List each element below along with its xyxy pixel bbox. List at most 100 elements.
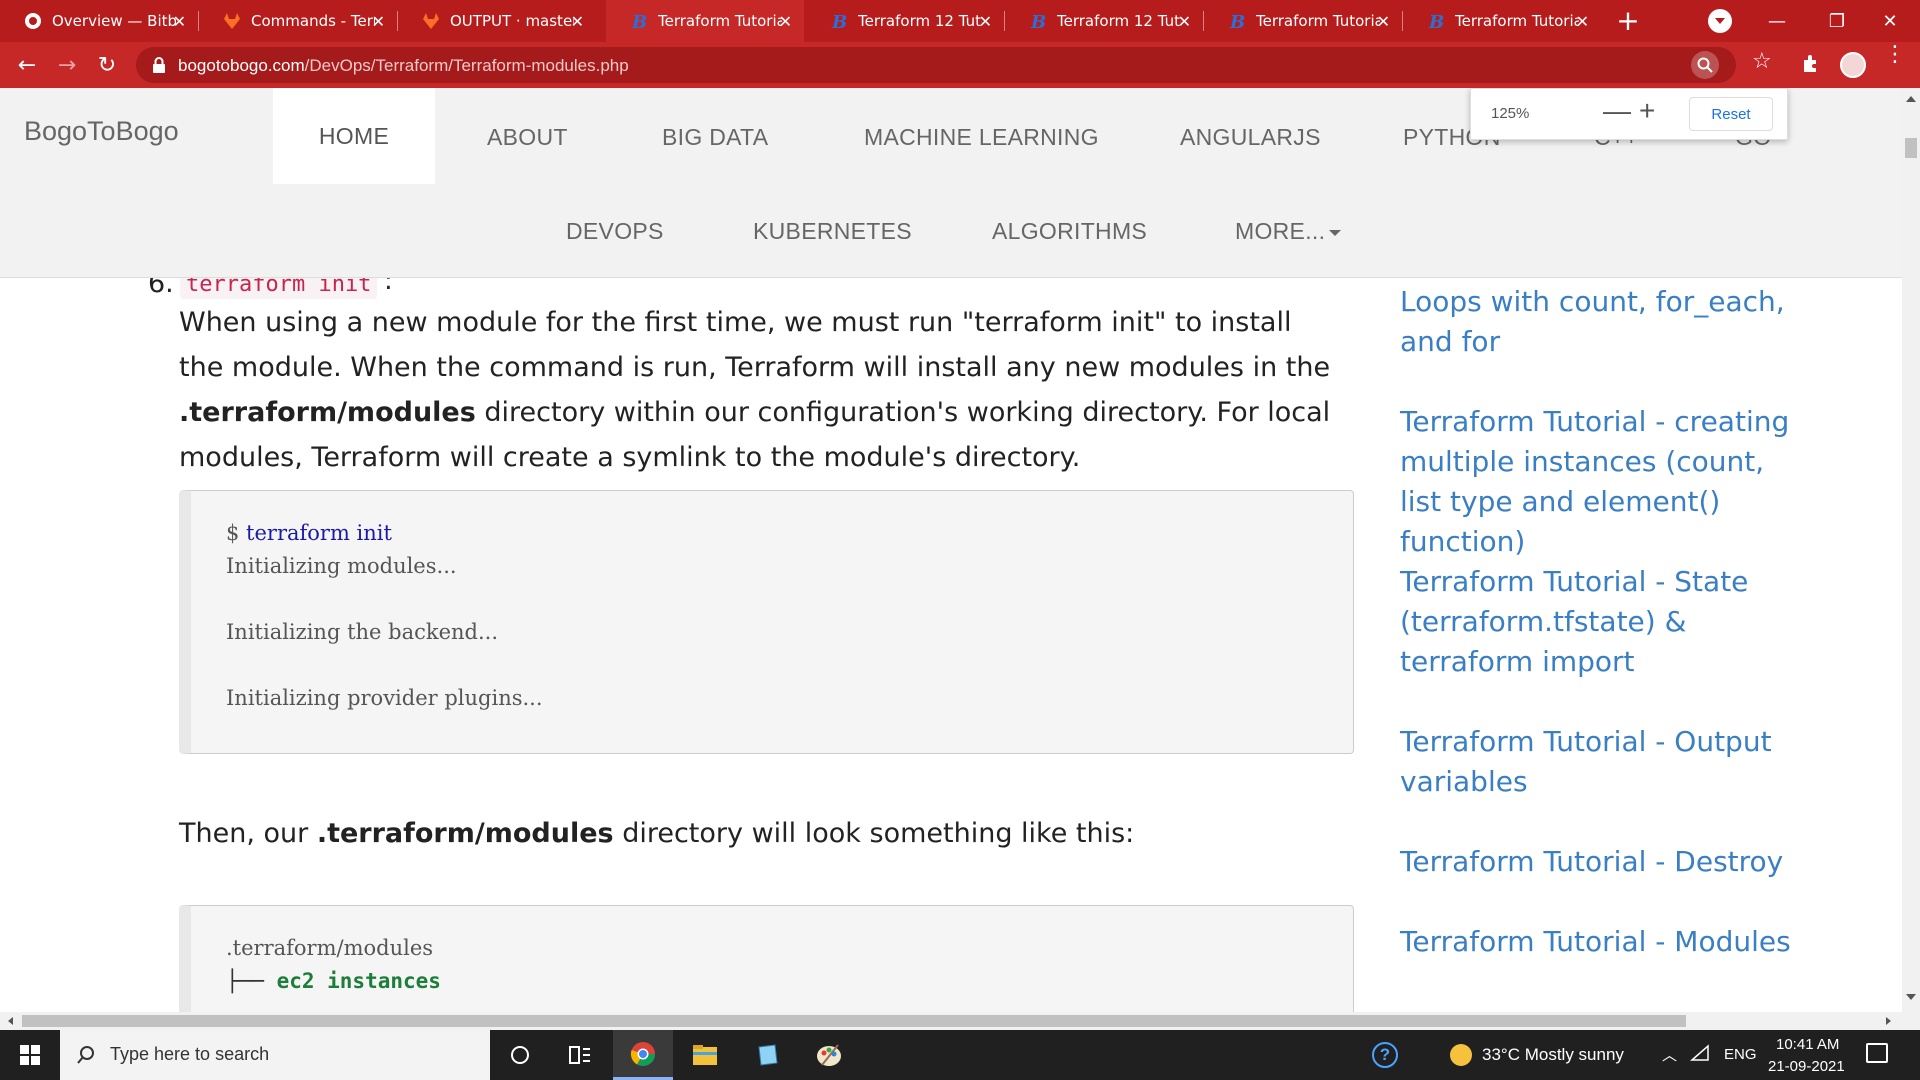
- tab-commands-terraform[interactable]: Commands - Terraform ✕: [199, 0, 397, 42]
- zoom-in-button[interactable]: +: [1639, 95, 1655, 127]
- search-icon: [77, 1046, 94, 1064]
- vertical-scrollbar[interactable]: [1902, 88, 1920, 1012]
- code-block-terraform-init: $ terraform init Initializing modules...…: [179, 490, 1354, 754]
- address-bar[interactable]: bogotobogo.com/DevOps/Terraform/Terrafor…: [136, 47, 1736, 83]
- tab-bitbucket-overview[interactable]: Overview — Bitbucket ✕: [0, 0, 198, 42]
- tab-terraform-tutorial-3[interactable]: B Terraform Tutorial ✕: [1403, 0, 1601, 42]
- svg-text:B: B: [831, 12, 847, 30]
- zoom-popup: 125% — + Reset: [1470, 88, 1788, 140]
- bogotobogo-icon: B: [1228, 12, 1246, 30]
- clock-date[interactable]: 21-09-2021: [1768, 1058, 1845, 1075]
- tab-terraform-tutorial-2[interactable]: B Terraform Tutorial ✕: [1204, 0, 1402, 42]
- close-tab-icon[interactable]: ✕: [173, 12, 186, 31]
- nav-angularjs[interactable]: ANGULARJS: [1180, 124, 1321, 151]
- close-tab-icon[interactable]: ✕: [571, 12, 584, 31]
- bookmark-star-icon[interactable]: ☆: [1752, 49, 1772, 74]
- profile-avatar[interactable]: [1840, 52, 1866, 78]
- close-tab-icon[interactable]: ✕: [372, 12, 385, 31]
- network-icon[interactable]: [1690, 1044, 1710, 1066]
- nav-algorithms[interactable]: ALGORITHMS: [992, 218, 1147, 245]
- scroll-right-icon[interactable]: [1886, 1017, 1891, 1025]
- tab-title: Terraform Tutorial: [1455, 12, 1579, 30]
- cortana-icon[interactable]: [490, 1030, 550, 1080]
- zoom-out-button[interactable]: —: [1603, 95, 1631, 127]
- notepad-icon[interactable]: [737, 1030, 797, 1080]
- nav-kubernetes[interactable]: KUBERNETES: [753, 218, 912, 245]
- nav-big-data[interactable]: BIG DATA: [662, 124, 768, 151]
- show-hidden-icons-chevron[interactable]: ︿: [1662, 1044, 1677, 1065]
- task-view-icon[interactable]: [550, 1030, 610, 1080]
- para2-text-a: Then, our: [179, 818, 317, 849]
- close-tab-icon[interactable]: ✕: [1377, 12, 1390, 31]
- tab-search-button[interactable]: [1708, 9, 1732, 33]
- sidebar-link-modules[interactable]: Terraform Tutorial - Modules: [1400, 922, 1800, 962]
- extensions-icon[interactable]: [1800, 52, 1822, 78]
- close-tab-icon[interactable]: ✕: [1576, 12, 1589, 31]
- vertical-scroll-thumb[interactable]: [1905, 138, 1917, 158]
- clock-time[interactable]: 10:41 AM: [1776, 1036, 1839, 1053]
- help-icon[interactable]: ?: [1372, 1042, 1398, 1068]
- code-command: terraform init: [246, 521, 392, 545]
- tab-title: Overview — Bitbucket: [52, 12, 176, 30]
- sidebar-link-loops[interactable]: Loops with count, for_each, and for: [1400, 282, 1800, 362]
- page-viewport: BogoToBogo HOME ABOUT BIG DATA MACHINE L…: [0, 88, 1902, 1012]
- nav-more-label: MORE...: [1235, 218, 1326, 244]
- article-content: 6. terraform init : When using a new mod…: [0, 278, 1902, 1012]
- sidebar-link-multiple-instances[interactable]: Terraform Tutorial - creating multiple i…: [1400, 402, 1800, 562]
- tab-terraform-12-tutorial-2[interactable]: B Terraform 12 Tutorial ✕: [1005, 0, 1203, 42]
- zoom-icon[interactable]: [1691, 51, 1719, 79]
- tab-title: Terraform 12 Tutorial: [858, 12, 982, 30]
- tab-title: Terraform 12 Tutorial: [1057, 12, 1181, 30]
- tab-output-master[interactable]: OUTPUT · master ✕: [398, 0, 596, 42]
- zoom-reset-button[interactable]: Reset: [1689, 97, 1773, 131]
- sidebar-link-state[interactable]: Terraform Tutorial - State (terraform.tf…: [1400, 562, 1800, 682]
- nav-more-dropdown[interactable]: MORE...: [1235, 218, 1342, 245]
- sidebar-link-output-variables[interactable]: Terraform Tutorial - Output variables: [1400, 722, 1800, 802]
- restore-button[interactable]: ❐: [1807, 0, 1867, 42]
- tree-dir-ec2: ec2 instances: [276, 969, 441, 993]
- para2-bold-path: .terraform/modules: [316, 818, 614, 849]
- minimize-button[interactable]: —: [1747, 0, 1807, 42]
- new-tab-button[interactable]: +: [1612, 6, 1644, 38]
- partly-sunny-icon: [1450, 1044, 1472, 1066]
- start-button[interactable]: [0, 1030, 60, 1080]
- scroll-down-icon[interactable]: [1906, 994, 1916, 1000]
- language-indicator[interactable]: ENG: [1724, 1046, 1757, 1063]
- site-brand[interactable]: BogoToBogo: [24, 116, 179, 147]
- windows-taskbar: Type here to search ? 33°C Mostly sunny …: [0, 1030, 1920, 1080]
- tree-prefix: ├──: [226, 969, 277, 993]
- tab-title: OUTPUT · master: [450, 12, 574, 30]
- tab-terraform-tutorial-active[interactable]: B Terraform Tutorial ✕: [606, 0, 804, 42]
- sidebar-link-destroy[interactable]: Terraform Tutorial - Destroy: [1400, 842, 1800, 882]
- chrome-icon[interactable]: [613, 1030, 673, 1080]
- nav-home[interactable]: HOME: [273, 88, 435, 184]
- notification-center-icon[interactable]: [1866, 1043, 1888, 1063]
- paragraph-terraform-init: When using a new module for the first ti…: [179, 300, 1339, 480]
- scroll-up-icon[interactable]: [1906, 96, 1916, 102]
- horizontal-scrollbar[interactable]: [0, 1012, 1920, 1030]
- reload-button[interactable]: ↻: [92, 50, 122, 80]
- paint-icon[interactable]: [799, 1030, 859, 1080]
- taskbar-search-box[interactable]: Type here to search: [60, 1030, 490, 1080]
- forward-button[interactable]: →: [52, 50, 82, 80]
- weather-widget[interactable]: 33°C Mostly sunny: [1450, 1044, 1624, 1066]
- lock-icon[interactable]: [152, 57, 166, 77]
- tab-terraform-12-tutorial[interactable]: B Terraform 12 Tutorial ✕: [806, 0, 1004, 42]
- url-text: bogotobogo.com/DevOps/Terraform/Terrafor…: [178, 56, 629, 76]
- close-tab-icon[interactable]: ✕: [979, 12, 992, 31]
- scroll-left-icon[interactable]: [8, 1017, 13, 1025]
- code-line: Initializing the backend...: [226, 620, 499, 644]
- url-path: /DevOps/Terraform/Terraform-modules.php: [304, 56, 629, 75]
- nav-machine-learning[interactable]: MACHINE LEARNING: [864, 124, 1099, 151]
- nav-about[interactable]: ABOUT: [487, 124, 568, 151]
- close-tab-icon[interactable]: ✕: [779, 12, 792, 31]
- file-explorer-icon[interactable]: [675, 1030, 735, 1080]
- close-window-button[interactable]: ✕: [1860, 0, 1920, 42]
- menu-kebab-icon[interactable]: ⋮: [1884, 44, 1906, 66]
- svg-text:B: B: [1229, 12, 1245, 30]
- step-number: 6.: [148, 278, 174, 299]
- back-button[interactable]: ←: [12, 50, 42, 80]
- nav-devops[interactable]: DEVOPS: [566, 218, 664, 245]
- close-tab-icon[interactable]: ✕: [1178, 12, 1191, 31]
- horizontal-scroll-thumb[interactable]: [22, 1015, 1686, 1027]
